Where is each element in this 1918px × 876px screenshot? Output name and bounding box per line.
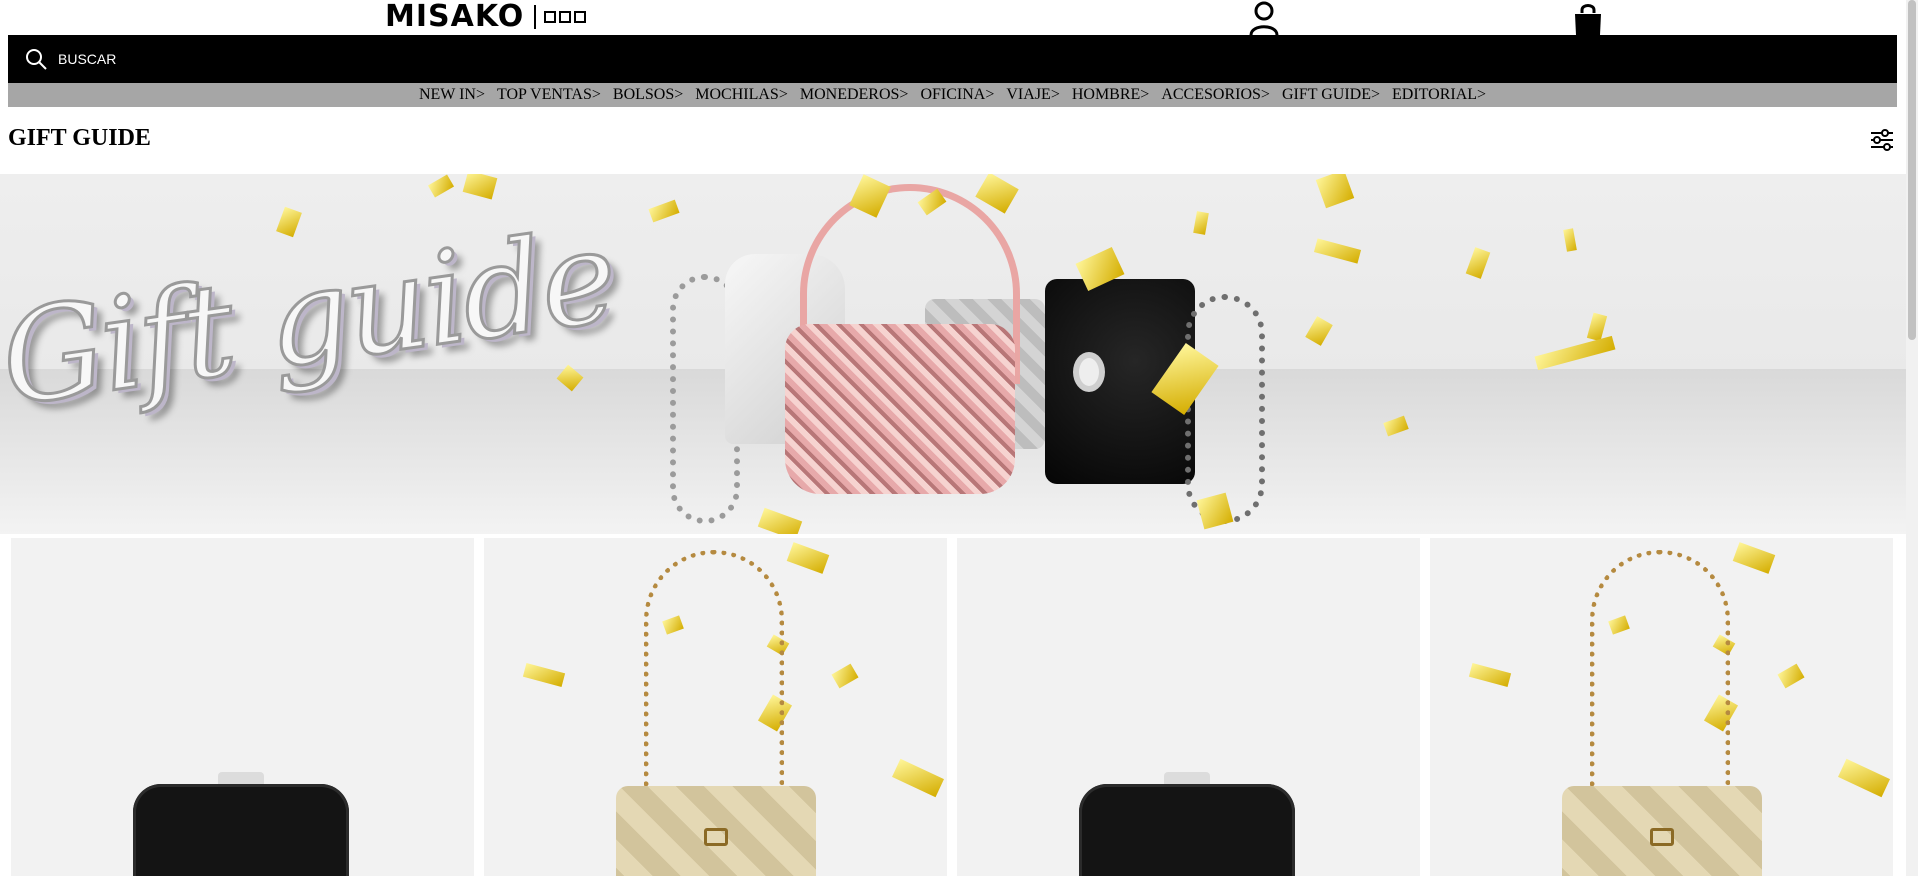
confetti <box>462 174 498 200</box>
confetti <box>1315 174 1355 209</box>
brand-logo[interactable]: MISAKO <box>385 0 587 34</box>
confetti <box>276 206 302 238</box>
confetti <box>1838 758 1890 798</box>
confetti <box>1193 211 1209 235</box>
logo-boxes <box>544 11 587 23</box>
confetti <box>1305 316 1333 346</box>
shopping-bag-icon[interactable] <box>1573 2 1603 36</box>
confetti <box>1468 663 1512 687</box>
nav-item-top-ventas[interactable]: TOP VENTAS> <box>491 86 607 104</box>
vertical-scrollbar[interactable] <box>1906 0 1918 876</box>
product-image <box>704 828 728 846</box>
search-bar[interactable]: BUSCAR <box>8 35 1897 83</box>
confetti <box>1777 663 1805 689</box>
confetti <box>1465 247 1491 279</box>
product-image <box>1650 828 1674 846</box>
product-image <box>1590 550 1730 800</box>
product-grid <box>0 538 1906 876</box>
hero-pink-sequin-bag <box>785 324 1015 494</box>
scrollbar-thumb[interactable] <box>1908 0 1916 340</box>
top-header: MISAKO <box>0 0 1900 35</box>
nav-item-hombre[interactable]: HOMBRE> <box>1066 86 1155 104</box>
confetti <box>1313 238 1362 264</box>
hero-chain <box>1185 294 1265 524</box>
confetti <box>1732 542 1776 574</box>
product-card[interactable] <box>1430 538 1893 876</box>
nav-item-viaje[interactable]: VIAJE> <box>1000 86 1065 104</box>
hero-banner[interactable]: Gift guide <box>0 174 1906 534</box>
product-card[interactable] <box>11 538 474 876</box>
logo-separator <box>534 5 537 29</box>
logo-box <box>544 11 557 23</box>
nav-item-bolsos[interactable]: BOLSOS> <box>607 86 689 104</box>
confetti <box>522 663 566 687</box>
page-title: GIFT GUIDE <box>8 125 151 151</box>
product-image <box>644 550 784 800</box>
confetti <box>648 199 680 223</box>
product-image <box>133 784 349 876</box>
logo-box <box>574 11 587 23</box>
nav-item-new-in[interactable]: NEW IN> <box>413 86 491 104</box>
nav-item-monederos[interactable]: MONEDEROS> <box>794 86 915 104</box>
confetti <box>427 174 455 198</box>
search-icon[interactable] <box>25 48 47 70</box>
confetti <box>1534 335 1616 371</box>
logo-box <box>559 11 572 23</box>
product-image <box>1079 784 1295 876</box>
main-navigation: NEW IN> TOP VENTAS> BOLSOS> MOCHILAS> MO… <box>8 83 1897 107</box>
nav-item-accesorios[interactable]: ACCESORIOS> <box>1155 86 1276 104</box>
filter-sliders-icon[interactable] <box>1870 128 1894 152</box>
confetti <box>892 758 944 798</box>
logo-text: MISAKO <box>385 0 525 34</box>
product-card[interactable] <box>484 538 947 876</box>
confetti <box>975 174 1019 214</box>
nav-item-editorial[interactable]: EDITORIAL> <box>1386 86 1492 104</box>
confetti <box>1563 228 1577 252</box>
hero-bag-clasp <box>1073 352 1105 392</box>
product-card[interactable] <box>957 538 1420 876</box>
nav-item-gift-guide[interactable]: GIFT GUIDE> <box>1276 86 1386 104</box>
nav-item-oficina[interactable]: OFICINA> <box>914 86 1000 104</box>
confetti <box>786 542 830 574</box>
search-input[interactable]: BUSCAR <box>58 51 116 67</box>
confetti <box>831 663 859 689</box>
nav-item-mochilas[interactable]: MOCHILAS> <box>689 86 794 104</box>
user-icon[interactable] <box>1248 1 1280 35</box>
